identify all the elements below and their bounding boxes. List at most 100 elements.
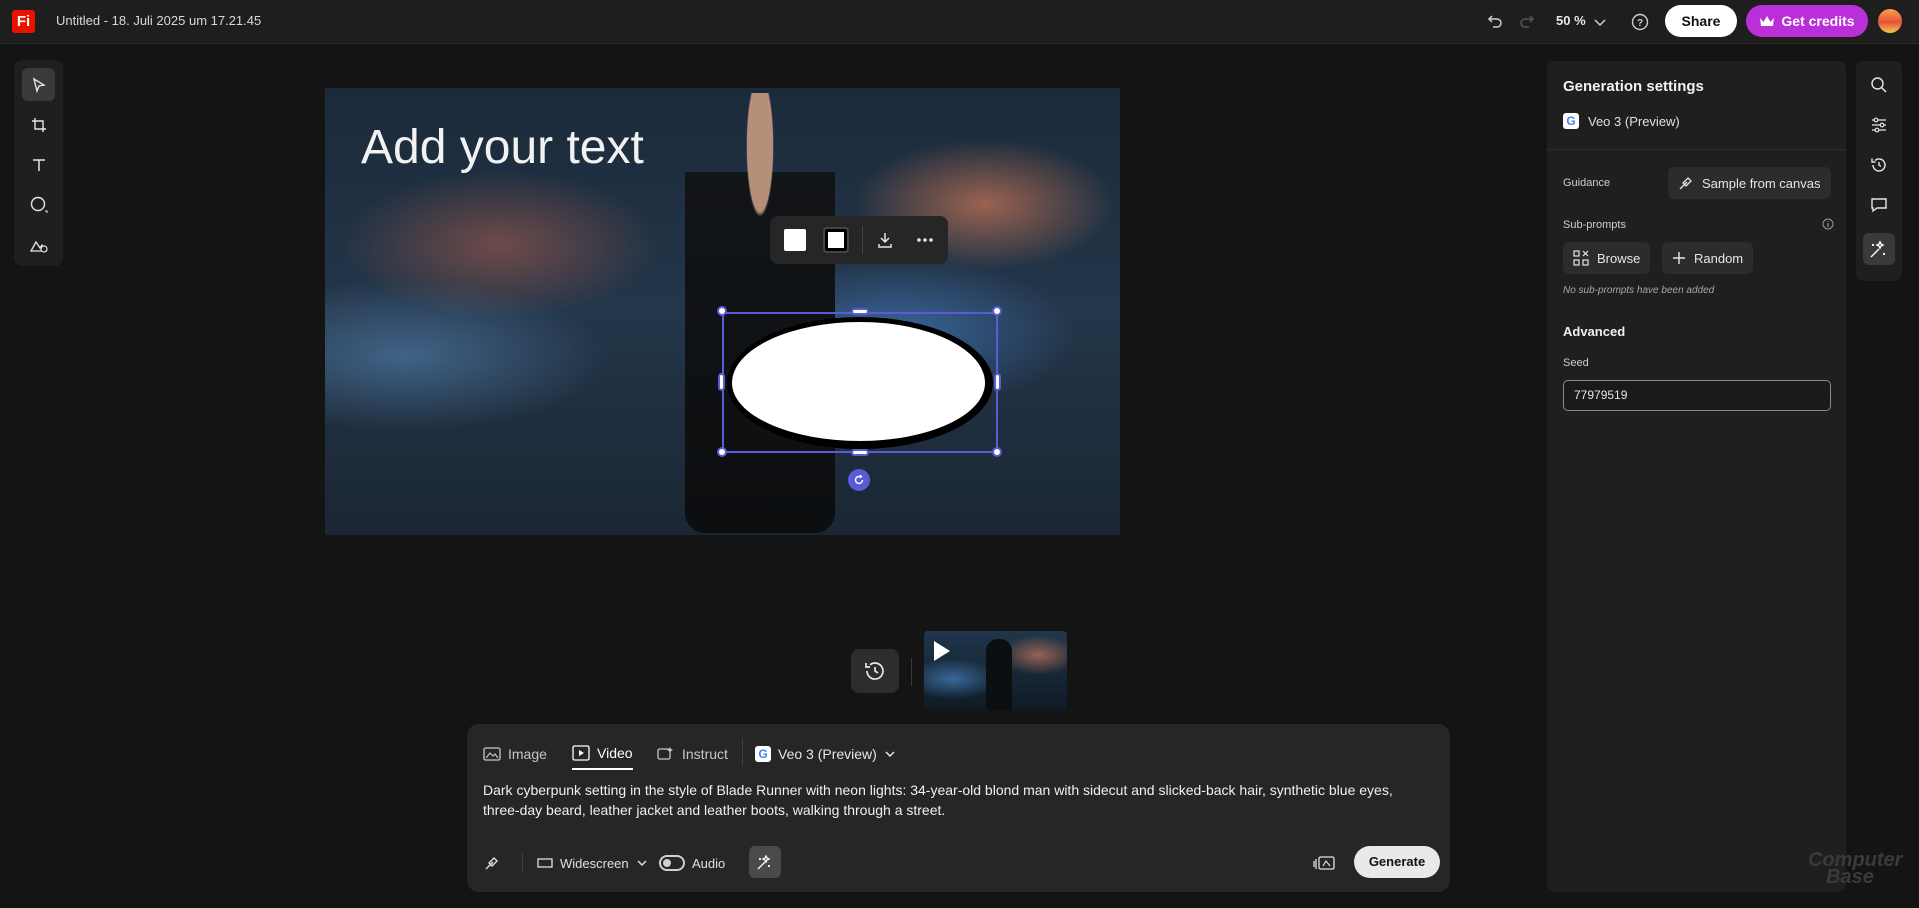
tab-instruct[interactable]: Instruct — [657, 738, 728, 770]
subprompts-label: Sub-prompts — [1563, 219, 1626, 231]
svg-text:?: ? — [1637, 18, 1643, 29]
selection-box — [722, 312, 998, 453]
plus-icon — [1672, 251, 1686, 265]
guidance-label: Guidance — [1563, 177, 1611, 189]
share-button[interactable]: Share — [1665, 5, 1737, 37]
tool-rail — [14, 60, 63, 266]
settings-model: G Veo 3 (Preview) — [1563, 113, 1680, 129]
audio-label: Audio — [692, 855, 726, 871]
eyedropper-icon[interactable] — [483, 846, 501, 880]
seed-input[interactable]: 77979519 — [1563, 380, 1831, 411]
chevron-down-icon — [884, 748, 896, 760]
audio-toggle-switch[interactable] — [659, 855, 685, 871]
help-icon[interactable]: ? — [1628, 10, 1652, 34]
upload-reference-icon[interactable] — [1313, 846, 1335, 880]
generate-button[interactable]: Generate — [1354, 846, 1440, 878]
random-label: Random — [1694, 250, 1744, 266]
browse-subprompts-button[interactable]: Browse — [1563, 242, 1651, 274]
fill-color-swatch[interactable] — [784, 229, 806, 251]
image-icon — [483, 746, 501, 762]
settings-model-label: Veo 3 (Preview) — [1588, 113, 1680, 129]
image-edit-icon[interactable] — [22, 228, 55, 261]
resize-handle-bottom[interactable] — [851, 449, 869, 456]
browse-label: Browse — [1597, 250, 1641, 266]
tab-instruct-label: Instruct — [682, 746, 728, 762]
video-icon — [572, 745, 590, 761]
avatar[interactable] — [1878, 9, 1902, 33]
browse-icon — [1573, 250, 1589, 266]
generation-settings-button[interactable] — [749, 846, 781, 878]
tab-video[interactable]: Video — [572, 738, 633, 770]
resize-handle-bottom-right[interactable] — [992, 447, 1002, 457]
generated-video-thumbnail[interactable] — [924, 631, 1067, 711]
resize-handle-bottom-left[interactable] — [717, 447, 727, 457]
download-icon[interactable] — [873, 228, 897, 252]
settings-divider — [1547, 149, 1846, 150]
toolbar-divider — [862, 226, 863, 254]
settings-title: Generation settings — [1563, 78, 1704, 95]
circle-shape-icon[interactable] — [22, 188, 55, 221]
zoom-level[interactable]: 50 % — [1556, 13, 1586, 28]
resize-handle-top-right[interactable] — [992, 306, 1002, 316]
no-subprompts-note: No sub-prompts have been added — [1563, 285, 1715, 296]
shape-floating-toolbar — [770, 216, 948, 264]
search-icon[interactable] — [1863, 69, 1895, 101]
generation-settings-icon[interactable] — [1863, 233, 1895, 265]
crown-icon — [1759, 14, 1775, 28]
aspect-ratio-label: Widescreen — [560, 855, 629, 871]
model-selector[interactable]: G Veo 3 (Preview) — [755, 738, 896, 770]
google-icon: G — [1563, 113, 1579, 129]
history-icon — [863, 659, 887, 683]
eyedropper-icon — [1678, 175, 1694, 191]
widescreen-icon — [537, 857, 553, 869]
document-title[interactable]: Untitled - 18. Juli 2025 um 17.21.45 — [56, 13, 261, 28]
sparkle-settings-icon — [756, 853, 774, 871]
aspect-ratio-dropdown[interactable]: Widescreen — [537, 846, 648, 880]
resize-handle-right[interactable] — [994, 373, 1001, 391]
redo-icon[interactable] — [1515, 10, 1539, 34]
sample-from-canvas-label: Sample from canvas — [1702, 175, 1821, 191]
play-icon[interactable] — [934, 641, 950, 661]
canvas-text-placeholder[interactable]: Add your text — [361, 120, 644, 175]
bottom-row-divider — [522, 853, 523, 873]
prompt-textarea[interactable]: Dark cyberpunk setting in the style of B… — [483, 780, 1433, 820]
resize-handle-top-left[interactable] — [717, 306, 727, 316]
google-icon: G — [755, 746, 771, 762]
undo-icon[interactable] — [1483, 10, 1507, 34]
watermark-logo: Computer Base — [1808, 850, 1902, 888]
resize-handle-top[interactable] — [851, 308, 869, 315]
crop-icon[interactable] — [22, 108, 55, 141]
get-credits-label: Get credits — [1781, 13, 1855, 29]
prompt-bottom-row: Widescreen Audio Generate — [467, 846, 1450, 880]
thumbnail-figure — [986, 639, 1012, 711]
history-button[interactable] — [851, 649, 899, 693]
history-icon[interactable] — [1863, 149, 1895, 181]
arrow-pointer-icon[interactable] — [22, 68, 55, 101]
right-rail — [1856, 61, 1902, 281]
more-options-icon[interactable] — [913, 228, 937, 252]
watermark-line2: Base — [1826, 866, 1874, 888]
seed-label: Seed — [1563, 357, 1589, 369]
history-divider — [911, 658, 912, 686]
resize-handle-left[interactable] — [718, 373, 725, 391]
adjustments-icon[interactable] — [1863, 109, 1895, 141]
app-logo[interactable]: Fi — [12, 10, 35, 33]
advanced-heading: Advanced — [1563, 324, 1626, 339]
audio-toggle[interactable]: Audio — [659, 846, 725, 880]
chevron-down-icon[interactable] — [1588, 10, 1612, 34]
sample-from-canvas-button[interactable]: Sample from canvas — [1668, 167, 1831, 199]
tab-image-label: Image — [508, 746, 547, 762]
comment-icon[interactable] — [1863, 189, 1895, 221]
generation-settings-panel: Generation settings G Veo 3 (Preview) Gu… — [1547, 61, 1846, 892]
tab-divider — [742, 738, 743, 766]
prompt-panel: Image Video Instruct G Veo 3 (Preview) D… — [467, 724, 1450, 892]
get-credits-button[interactable]: Get credits — [1746, 5, 1868, 37]
info-icon[interactable] — [1822, 218, 1834, 230]
random-subprompts-button[interactable]: Random — [1662, 242, 1754, 274]
tab-video-label: Video — [597, 745, 633, 761]
rotate-icon[interactable] — [848, 469, 870, 491]
instruct-icon — [657, 746, 675, 762]
stroke-color-swatch[interactable] — [823, 227, 849, 253]
tab-image[interactable]: Image — [483, 738, 547, 770]
text-icon[interactable] — [22, 148, 55, 181]
